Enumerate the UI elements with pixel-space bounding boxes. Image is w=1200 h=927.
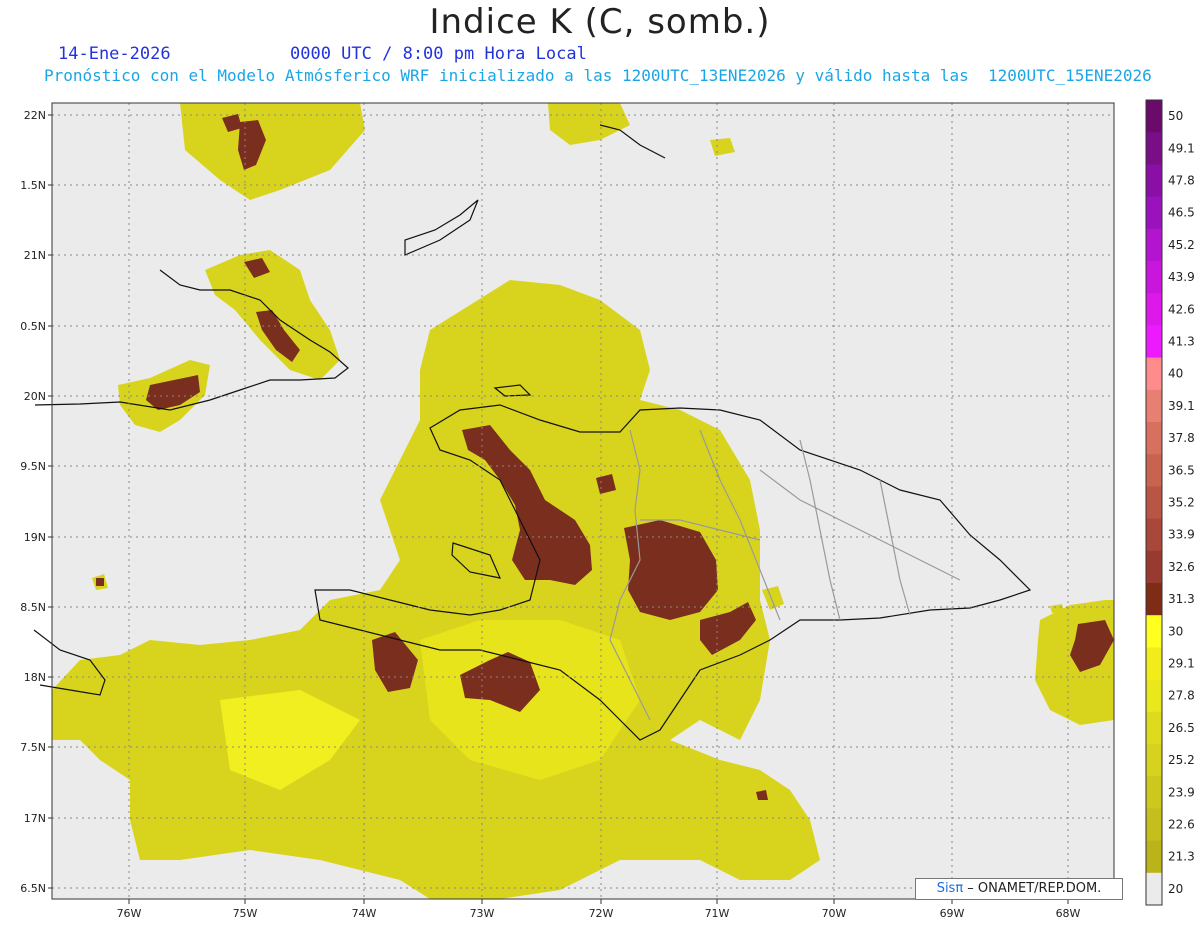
colorbar-swatch (1146, 840, 1162, 874)
colorbar-swatch (1146, 293, 1162, 326)
colorbar-label: 40 (1168, 367, 1183, 381)
credit-box: Sisπ – ONAMET/REP.DOM. (915, 878, 1123, 900)
colorbar-label: 25.2 (1168, 753, 1195, 767)
lat-label: 0.5N (20, 320, 46, 333)
colorbar-swatch (1146, 228, 1162, 262)
lat-label: 21N (24, 249, 46, 262)
credit-brand: Sisπ (936, 881, 964, 896)
credit-org: – ONAMET/REP.DOM. (963, 881, 1102, 896)
colorbar-swatch (1146, 808, 1162, 842)
colorbar-swatch (1146, 615, 1162, 648)
colorbar-label: 29.1 (1168, 657, 1195, 671)
lat-label: 17N (24, 812, 46, 825)
colorbar-swatch (1146, 100, 1162, 133)
lon-label: 76W (117, 907, 142, 920)
colorbar-label: 49.1 (1168, 141, 1195, 155)
colorbar-swatch (1146, 872, 1162, 906)
longitude-axis: 76W 75W 74W 73W 72W 71W 70W 69W 68W (117, 899, 1081, 920)
latitude-axis: 22N 1.5N 21N 0.5N 20N 9.5N 19N 8.5N 18N 7.5N 17N 6.… (20, 109, 52, 895)
lat-label: 6.5N (20, 882, 46, 895)
lon-label: 69W (940, 907, 965, 920)
lon-label: 75W (233, 907, 258, 920)
lat-label: 18N (24, 671, 46, 684)
colorbar-label: 23.9 (1168, 785, 1195, 799)
colorbar-swatch (1146, 357, 1162, 391)
lat-label: 22N (24, 109, 46, 122)
lat-label: 20N (24, 390, 46, 403)
colorbar-label: 47.8 (1168, 174, 1195, 188)
colorbar-label: 31.3 (1168, 592, 1195, 606)
lon-label: 68W (1056, 907, 1081, 920)
colorbar-swatch (1146, 744, 1162, 777)
cell-dot-1 (96, 578, 104, 586)
colorbar-swatch (1146, 454, 1162, 487)
colorbar-label: 46.5 (1168, 206, 1195, 220)
colorbar-label: 45.2 (1168, 238, 1195, 252)
lon-label: 70W (822, 907, 847, 920)
colorbar-label: 20 (1168, 882, 1183, 896)
colorbar-swatch (1146, 647, 1162, 681)
lon-label: 73W (470, 907, 495, 920)
colorbar-label: 32.6 (1168, 560, 1195, 574)
colorbar-label: 36.5 (1168, 463, 1195, 477)
colorbar-swatch (1146, 776, 1162, 809)
colorbar-label: 27.8 (1168, 689, 1195, 703)
colorbar-label: 33.9 (1168, 528, 1195, 542)
colorbar-swatch (1146, 132, 1162, 165)
lon-label: 72W (589, 907, 614, 920)
colorbar-label: 43.9 (1168, 270, 1195, 284)
colorbar-swatch (1146, 583, 1162, 616)
colorbar-swatch (1146, 422, 1162, 455)
colorbar-swatch (1146, 164, 1162, 198)
colorbar-label: 22.6 (1168, 818, 1195, 832)
colorbar-swatch (1146, 261, 1162, 294)
lat-label: 1.5N (20, 179, 46, 192)
colorbar-swatch (1146, 711, 1162, 745)
colorbar-label: 42.6 (1168, 302, 1195, 316)
colorbar-label: 39.1 (1168, 399, 1195, 413)
lat-label: 9.5N (20, 460, 46, 473)
colorbar-swatch (1146, 550, 1162, 584)
colorbar-swatch (1146, 518, 1162, 552)
lat-label: 7.5N (20, 741, 46, 754)
colorbar-swatch (1146, 486, 1162, 520)
colorbar-swatch (1146, 389, 1162, 423)
k-index-map: 22N 1.5N 21N 0.5N 20N 9.5N 19N 8.5N 18N 7.5N 17N 6.… (20, 99, 1195, 920)
colorbar-label: 30 (1168, 624, 1183, 638)
colorbar-label: 41.3 (1168, 335, 1195, 349)
colorbar-label: 26.5 (1168, 721, 1195, 735)
lat-label: 19N (24, 531, 46, 544)
colorbar-label: 37.8 (1168, 431, 1195, 445)
lat-label: 8.5N (20, 601, 46, 614)
colorbar-swatch (1146, 196, 1162, 230)
colorbar: 50 49.1 47.8 46.5 45.2 43.9 42.6 41.3 40 39.1 37.8… (1145, 99, 1195, 906)
colorbar-swatch (1146, 325, 1162, 359)
lon-label: 71W (705, 907, 730, 920)
colorbar-label: 50 (1168, 109, 1183, 123)
colorbar-swatch (1146, 679, 1162, 713)
lon-label: 74W (352, 907, 377, 920)
colorbar-label: 35.2 (1168, 496, 1195, 510)
colorbar-label: 21.3 (1168, 850, 1195, 864)
